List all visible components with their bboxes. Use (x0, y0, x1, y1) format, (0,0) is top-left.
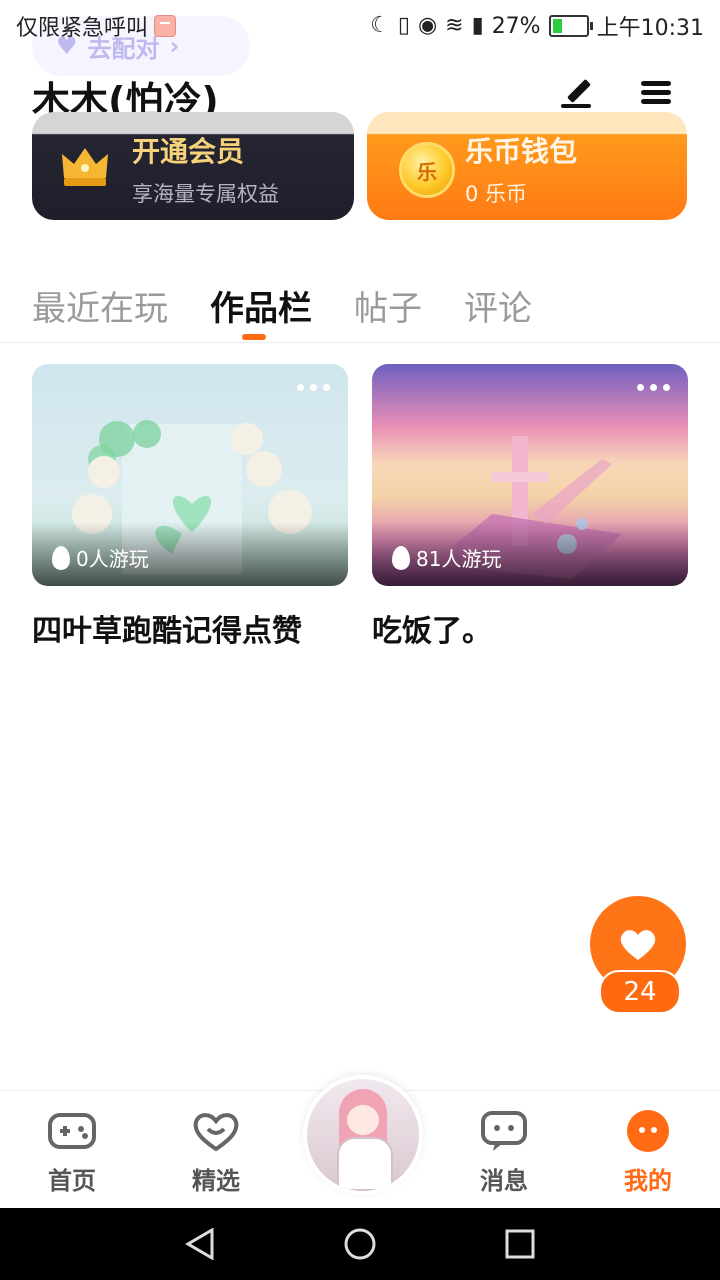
nav-messages[interactable]: 消息 (459, 1109, 549, 1196)
more-options-icon[interactable] (297, 384, 330, 391)
divider (0, 342, 720, 343)
tab-posts[interactable]: 帖子 (354, 281, 422, 330)
like-count-badge: 24 (599, 970, 681, 1014)
menu-icon (641, 81, 671, 105)
gamepad-icon (48, 1113, 96, 1149)
nav-home[interactable]: 首页 (27, 1109, 117, 1196)
flame-icon (392, 545, 410, 570)
status-right: ☾ ▯ ◉ ≋ ▮ 27% 上午10:31 (370, 10, 704, 42)
nav-profile-label: 我的 (624, 1167, 672, 1195)
system-nav-bar (0, 1208, 720, 1280)
vip-subtitle: 享海量专属权益 (132, 182, 279, 206)
shopping-bag-icon (154, 15, 177, 37)
home-icon[interactable] (344, 1228, 376, 1260)
chat-icon (481, 1111, 527, 1151)
tab-comments[interactable]: 评论 (464, 281, 532, 330)
vibrate-icon: ▯ (397, 13, 410, 38)
battery-icon (548, 15, 593, 37)
play-count-text: 0人游玩 (76, 547, 149, 571)
pen-icon (561, 78, 591, 108)
nav-featured-label: 精选 (192, 1167, 240, 1195)
nav-messages-label: 消息 (480, 1167, 528, 1195)
wallet-balance: 0 乐币 (465, 182, 528, 206)
profile-icon (627, 1110, 669, 1152)
heart-outline-icon (193, 1113, 239, 1152)
play-count-text: 81人游玩 (416, 547, 502, 571)
work-card[interactable]: 0人游玩 (32, 364, 348, 586)
wifi-icon: ≋ (445, 13, 464, 38)
tab-recent[interactable]: 最近在玩 (32, 281, 168, 330)
wallet-title: 乐币钱包 (465, 135, 578, 168)
flame-icon (52, 545, 70, 570)
battery-fill (552, 19, 562, 33)
nav-home-label: 首页 (48, 1167, 96, 1195)
back-icon[interactable] (184, 1228, 216, 1260)
vip-card[interactable]: 开通会员 享海量专属权益 (32, 112, 354, 220)
work-title[interactable]: 吃饭了。 (372, 606, 492, 650)
moon-icon: ☾ (370, 13, 390, 38)
bottom-nav: 首页 精选 消息 我的 (0, 1075, 720, 1209)
heart-icon (620, 930, 656, 960)
vip-title: 开通会员 (132, 135, 245, 168)
status-left: 仅限紧急呼叫 (16, 10, 177, 42)
avatar-face (347, 1105, 379, 1135)
work-card[interactable]: 81人游玩 (372, 364, 688, 586)
tab-indicator (242, 334, 266, 340)
nav-featured[interactable]: 精选 (171, 1109, 261, 1196)
coin-icon: 乐 (399, 142, 455, 198)
tab-works[interactable]: 作品栏 (210, 281, 312, 330)
status-bar: 仅限紧急呼叫 ☾ ▯ ◉ ≋ ▮ 27% 上午10:31 (0, 0, 720, 50)
nav-profile[interactable]: 我的 (603, 1109, 693, 1196)
play-count: 81人游玩 (392, 543, 501, 572)
clock: 上午10:31 (596, 16, 704, 41)
recents-icon[interactable] (504, 1228, 536, 1260)
wallet-card[interactable]: 乐 乐币钱包 0 乐币 (367, 112, 687, 220)
avatar-body (337, 1137, 393, 1191)
more-options-icon[interactable] (637, 384, 670, 391)
work-title[interactable]: 四叶草跑酷记得点赞 (32, 606, 302, 650)
battery-percent: 27% (491, 13, 541, 39)
crown-icon (62, 148, 108, 186)
sim-icon: ▮ (471, 13, 484, 38)
play-count: 0人游玩 (52, 543, 149, 572)
carrier-text: 仅限紧急呼叫 (16, 16, 149, 41)
nav-avatar[interactable] (303, 1075, 423, 1195)
eye-icon: ◉ (417, 13, 438, 38)
profile-tabs: 最近在玩 作品栏 帖子 评论 (32, 270, 532, 330)
